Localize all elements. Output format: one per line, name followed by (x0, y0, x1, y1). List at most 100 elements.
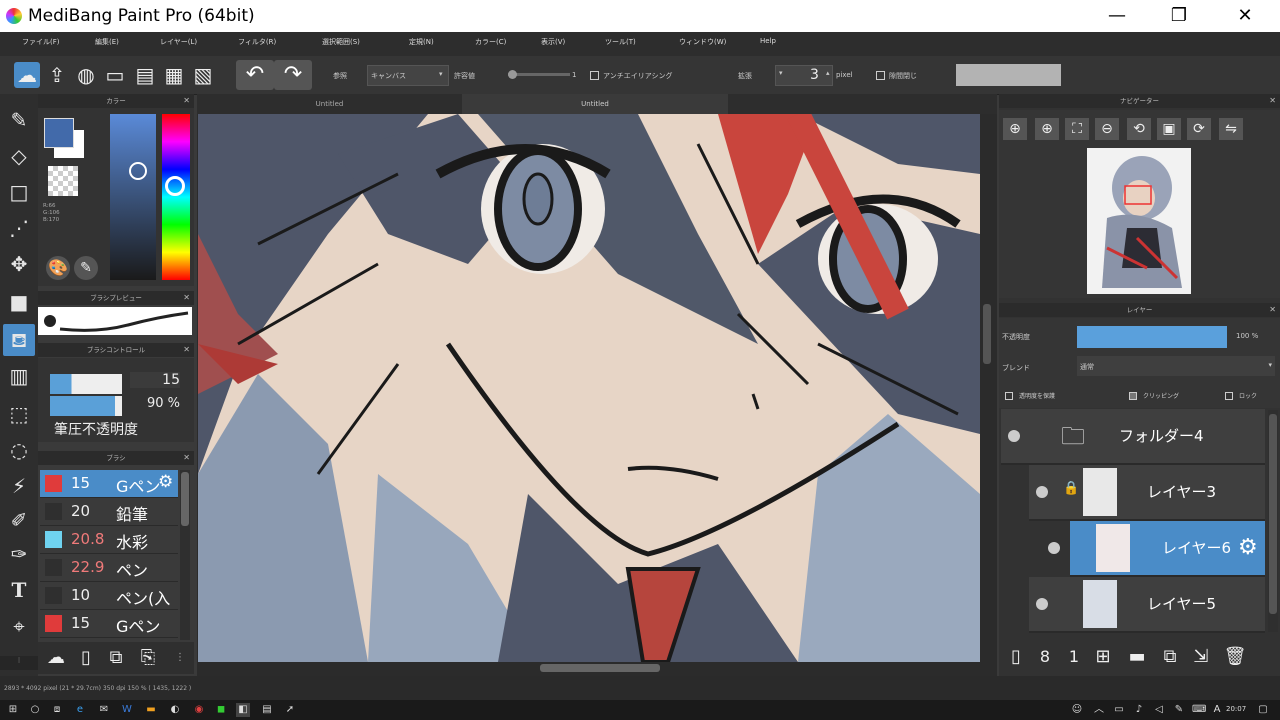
tool-grip-icon[interactable]: ⁝ (0, 656, 38, 670)
brush-item[interactable]: 10ペン(入り (40, 582, 178, 632)
brush-tool-icon[interactable]: ✎ (3, 104, 35, 136)
menu-window[interactable]: ウィンドウ(W) (679, 37, 726, 47)
app-icon-2[interactable]: ◉ (192, 703, 206, 717)
zoom-fit-icon[interactable]: ⊕ (1003, 118, 1027, 140)
stepper-up-icon[interactable]: ▴ (826, 69, 830, 77)
transparent-swatch[interactable] (48, 166, 78, 196)
brush-item[interactable]: 22.9 ペン (40, 554, 178, 582)
actual-size-icon[interactable]: ▣ (1157, 118, 1181, 140)
bubble-icon[interactable]: ◍ (73, 62, 99, 88)
edge-browser-icon[interactable]: e (73, 703, 87, 717)
volume-icon[interactable]: ♪ (1132, 703, 1146, 717)
rotate-left-icon[interactable]: ⟲ (1127, 118, 1151, 140)
fit-window-icon[interactable]: ⛶ (1065, 118, 1089, 140)
menu-layer[interactable]: レイヤー(L) (160, 37, 197, 47)
cloud-brush-icon[interactable]: ☁ (44, 646, 68, 670)
app-icon-5[interactable]: ➚ (283, 703, 297, 717)
select-eraser-tool-icon[interactable]: ✑ (3, 538, 35, 570)
maximize-button[interactable]: ❐ (1156, 0, 1202, 32)
menu-help[interactable]: Help (760, 37, 776, 45)
panel-close-icon[interactable]: ✕ (183, 451, 190, 465)
menu-view[interactable]: 表示(V) (541, 37, 565, 47)
brush-list-scrollbar[interactable] (180, 470, 190, 640)
color-sv-box[interactable] (110, 114, 156, 280)
keyboard-icon[interactable]: ⌨ (1192, 703, 1206, 717)
word-icon[interactable]: W (120, 703, 134, 717)
visibility-eye-icon[interactable] (1048, 542, 1060, 554)
new-folder-icon[interactable]: ▬ (1125, 645, 1149, 669)
move-tool-icon[interactable]: ✥ (3, 248, 35, 280)
menu-file[interactable]: ファイル(F) (22, 37, 60, 47)
windows-start-icon[interactable]: ⊞ (6, 703, 20, 717)
grid-icon[interactable]: ▦ (161, 62, 187, 88)
zoom-in-icon[interactable]: ⊕ (1035, 118, 1059, 140)
mail-icon[interactable]: ✉ (97, 703, 111, 717)
minimize-button[interactable]: — (1094, 0, 1140, 32)
brush-opacity-slider[interactable] (50, 396, 122, 416)
app-icon-3[interactable]: ◼ (214, 703, 228, 717)
pen-icon[interactable]: ✎ (1172, 703, 1186, 717)
foreground-color-swatch[interactable] (44, 118, 74, 148)
menu-tool[interactable]: ツール(T) (605, 37, 636, 47)
copy-brush-icon[interactable]: ⧉ (104, 646, 128, 670)
rotate-right-icon[interactable]: ⟳ (1187, 118, 1211, 140)
scrollbar-thumb[interactable] (540, 664, 660, 672)
brush-settings-icon[interactable]: ⎘ (136, 646, 160, 670)
ime-icon[interactable]: A (1210, 703, 1224, 717)
layer-row-folder4[interactable]: 🗀 フォルダー4 (1001, 409, 1265, 465)
brush-settings-gear-icon[interactable]: ⚙ (158, 472, 173, 492)
gradient-tool-icon[interactable]: ▥ (3, 360, 35, 392)
panel-close-icon[interactable]: ✕ (1269, 303, 1276, 317)
people-icon[interactable]: ☺ (1070, 703, 1084, 717)
brush-item[interactable]: 15 Gペン ⚙ (40, 470, 178, 498)
panel-close-icon[interactable]: ✕ (1269, 94, 1276, 108)
document-icon[interactable]: ▤ (132, 62, 158, 88)
scrollbar-thumb[interactable] (181, 472, 189, 526)
panel-close-icon[interactable]: ✕ (183, 291, 190, 305)
layer-row-layer3[interactable]: 🔒 レイヤー3 (1029, 465, 1265, 521)
menu-color[interactable]: カラー(C) (475, 37, 506, 47)
palette-icon[interactable]: 🎨 (46, 256, 70, 280)
shape-tool-icon[interactable]: □ (3, 176, 35, 208)
antialias-checkbox[interactable] (590, 71, 599, 80)
task-view-icon[interactable]: ⧈ (50, 703, 64, 717)
add-layer-icon[interactable]: ⊞ (1091, 645, 1115, 669)
undo-button[interactable]: ↶ (236, 60, 274, 90)
lasso-tool-icon[interactable]: ◌ (3, 434, 35, 466)
layer-list-scrollbar[interactable] (1268, 410, 1278, 632)
scrollbar-thumb[interactable] (983, 304, 991, 364)
select-rect-tool-icon[interactable]: ⬚ (3, 398, 35, 430)
more-icon[interactable]: ⋮ (174, 646, 186, 670)
tray-chevron-up-icon[interactable]: ︿ (1092, 703, 1106, 717)
app-icon-4[interactable]: ▤ (260, 703, 274, 717)
redo-button[interactable]: ↷ (274, 60, 312, 90)
menu-edit[interactable]: 編集(E) (95, 37, 119, 47)
hue-slider[interactable] (162, 114, 190, 280)
blend-select[interactable]: 通常 ▾ (1077, 356, 1275, 376)
visibility-eye-icon[interactable] (1008, 430, 1020, 442)
tab-untitled-1[interactable]: Untitled (197, 94, 462, 114)
close-gap-slider[interactable] (956, 64, 1061, 86)
comment-icon[interactable]: ▭ (102, 62, 128, 88)
canvas-artwork[interactable] (198, 114, 980, 662)
edit-grid-icon[interactable]: ▧ (190, 62, 216, 88)
cloud-icon[interactable]: ☁ (14, 62, 40, 88)
layer-row-layer6[interactable]: レイヤー6 ⚙ (1048, 521, 1265, 577)
palette-edit-icon[interactable]: ✎ (74, 256, 98, 280)
layer-settings-gear-icon[interactable]: ⚙ (1238, 535, 1258, 560)
duplicate-layer-icon[interactable]: ⧉ (1158, 645, 1182, 669)
layer-row-layer5[interactable]: レイヤー5 (1029, 577, 1265, 633)
sv-picker[interactable] (129, 162, 147, 180)
visibility-eye-icon[interactable] (1036, 598, 1048, 610)
navigator-thumbnail[interactable] (1087, 148, 1191, 294)
tolerance-slider[interactable] (508, 70, 570, 79)
share-icon[interactable]: ⇪ (44, 62, 70, 88)
select-pen-tool-icon[interactable]: ✐ (3, 504, 35, 536)
brush-item[interactable]: 15 Gペン (40, 610, 178, 638)
fill-rect-tool-icon[interactable]: ■ (3, 286, 35, 318)
opacity-slider[interactable] (1077, 326, 1227, 348)
menu-filter[interactable]: フィルタ(R) (238, 37, 276, 47)
slider-handle[interactable] (508, 70, 517, 79)
menu-select[interactable]: 選択範囲(S) (322, 37, 360, 47)
tab-untitled-2[interactable]: Untitled (462, 94, 728, 114)
